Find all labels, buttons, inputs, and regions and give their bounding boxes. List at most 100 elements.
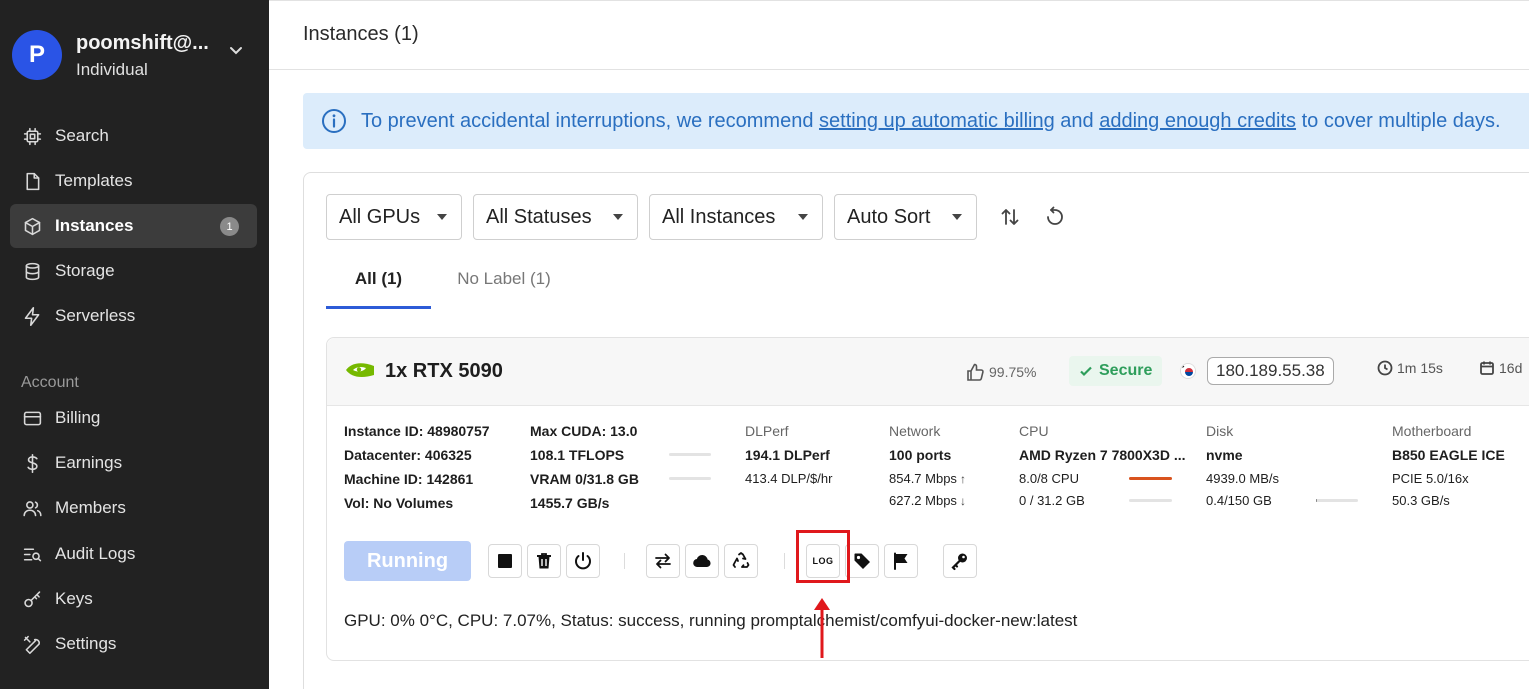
alert-text-middle: and: [1054, 109, 1100, 132]
instance-id: Instance ID: 48980757: [344, 423, 490, 439]
dollar-icon: [20, 451, 44, 475]
datacenter-id: Datacenter: 406325: [344, 447, 472, 463]
volume-info: Vol: No Volumes: [344, 495, 454, 511]
dlperf-heading: DLPerf: [745, 423, 789, 439]
report-button[interactable]: [884, 544, 918, 578]
instance-filter-value: All Instances: [662, 205, 776, 228]
caret-down-icon: [437, 214, 447, 220]
key-icon: [20, 587, 44, 611]
network-download: 627.2 Mbps ↓: [889, 493, 966, 508]
account-switcher[interactable]: P poomshift@... Individual: [12, 26, 257, 86]
add-credits-link[interactable]: adding enough credits: [1099, 110, 1296, 132]
lightning-icon: [20, 304, 44, 328]
database-icon: [20, 259, 44, 283]
max-cuda: Max CUDA: 13.0: [530, 423, 638, 439]
pcie-info: PCIE 5.0/16x: [1392, 471, 1469, 486]
cloud-sync-button[interactable]: [685, 544, 719, 578]
running-status-button[interactable]: Running: [344, 541, 471, 581]
sidebar-item-instances[interactable]: Instances 1: [10, 204, 257, 248]
recycle-button[interactable]: [724, 544, 758, 578]
thumbs-up-icon: [967, 363, 984, 381]
upload-speed: 854.7 Mbps: [889, 471, 957, 486]
secure-badge: Secure: [1069, 356, 1163, 386]
disk-type: nvme: [1206, 447, 1243, 463]
users-icon: [20, 496, 44, 520]
tab-no-label[interactable]: No Label (1): [444, 269, 564, 309]
sidebar-item-label: Settings: [55, 634, 117, 653]
credit-card-icon: [20, 406, 44, 430]
page-title: Instances (1): [303, 23, 419, 45]
sidebar-item-serverless[interactable]: Serverless: [10, 294, 257, 338]
duration-value: 16d: [1499, 360, 1523, 376]
dlperf-value: 194.1 DLPerf: [745, 447, 830, 463]
info-icon: [322, 109, 346, 133]
sidebar-item-templates[interactable]: Templates: [10, 159, 257, 203]
sidebar-item-label: Members: [55, 498, 126, 517]
tab-label: No Label (1): [457, 269, 551, 288]
instance-card: 1x RTX 5090 99.75% Secure 180.189.55.38 …: [326, 337, 1529, 661]
cpu-bar-fill: [1129, 477, 1172, 480]
gpu-filter-select[interactable]: All GPUs: [326, 194, 462, 240]
sidebar-item-billing[interactable]: Billing: [10, 396, 257, 440]
sidebar-item-label: Earnings: [55, 453, 123, 472]
status-filter-select[interactable]: All Statuses: [473, 194, 638, 240]
transfer-button[interactable]: [646, 544, 680, 578]
arrow-up-icon: ↑: [959, 472, 966, 486]
refresh-icon[interactable]: [1044, 206, 1066, 228]
cpu-heading: CPU: [1019, 423, 1049, 439]
caret-down-icon: [952, 214, 962, 220]
sidebar-item-label: Storage: [55, 261, 115, 280]
recycle-icon: [732, 552, 750, 568]
secure-label: Secure: [1099, 362, 1153, 379]
sidebar-item-earnings[interactable]: Earnings: [10, 441, 257, 485]
disk-bar: [1316, 499, 1358, 502]
motherboard-name: B850 EAGLE ICE: [1392, 447, 1505, 463]
sort-direction-icon[interactable]: [999, 206, 1021, 228]
sidebar-item-settings[interactable]: Settings: [10, 622, 257, 666]
delete-button[interactable]: [527, 544, 561, 578]
cpu-model: AMD Ryzen 7 7800X3D ...: [1019, 447, 1186, 463]
instance-filter-select[interactable]: All Instances: [649, 194, 823, 240]
sidebar-item-search[interactable]: Search: [10, 114, 257, 158]
ssh-key-button[interactable]: [943, 544, 977, 578]
instances-panel: All GPUs All Statuses All Instances Auto…: [303, 172, 1529, 689]
sidebar-item-label: Templates: [55, 171, 133, 190]
divider: [784, 553, 785, 569]
south-korea-flag-icon: [1180, 363, 1196, 379]
disk-speed: 4939.0 MB/s: [1206, 471, 1279, 486]
flag-icon: [894, 552, 908, 570]
tag-icon: [854, 553, 870, 569]
cube-icon: [20, 214, 44, 238]
stop-button[interactable]: [488, 544, 522, 578]
sidebar-item-label: Search: [55, 126, 109, 145]
sidebar-item-storage[interactable]: Storage: [10, 249, 257, 293]
highlight-box: [796, 530, 850, 583]
sidebar-item-audit-logs[interactable]: Audit Logs: [10, 532, 257, 576]
cloud-icon: [693, 554, 711, 568]
sidebar-item-label: Audit Logs: [55, 544, 136, 563]
tab-all[interactable]: All (1): [326, 269, 431, 309]
chevron-down-icon[interactable]: [226, 40, 246, 60]
reliability: 99.75%: [965, 362, 1036, 382]
sort-value: Auto Sort: [847, 205, 931, 228]
instance-card-header: 1x RTX 5090 99.75% Secure 180.189.55.38 …: [327, 338, 1529, 406]
sidebar-item-keys[interactable]: Keys: [10, 577, 257, 621]
automatic-billing-link[interactable]: setting up automatic billing: [819, 110, 1055, 132]
vram-bar: [669, 477, 711, 480]
status-filter-value: All Statuses: [486, 205, 592, 228]
sidebar-item-members[interactable]: Members: [10, 486, 257, 530]
sidebar-item-label: Serverless: [55, 306, 136, 325]
divider: [624, 553, 625, 569]
label-button[interactable]: [845, 544, 879, 578]
dlperf-per-dollar: 413.4 DLP/$/hr: [745, 471, 833, 486]
power-button[interactable]: [566, 544, 600, 578]
cpu-cores: 8.0/8 CPU: [1019, 471, 1079, 486]
ip-address-button[interactable]: 180.189.55.38: [1207, 357, 1334, 385]
trash-icon: [537, 553, 551, 569]
reliability-value: 99.75%: [989, 364, 1037, 380]
clock-icon: [1377, 360, 1393, 376]
sort-select[interactable]: Auto Sort: [834, 194, 977, 240]
arrow-pointer-icon: [814, 598, 830, 658]
divider: [269, 0, 1529, 1]
alert-text-prefix: To prevent accidental interruptions, we …: [361, 109, 820, 132]
